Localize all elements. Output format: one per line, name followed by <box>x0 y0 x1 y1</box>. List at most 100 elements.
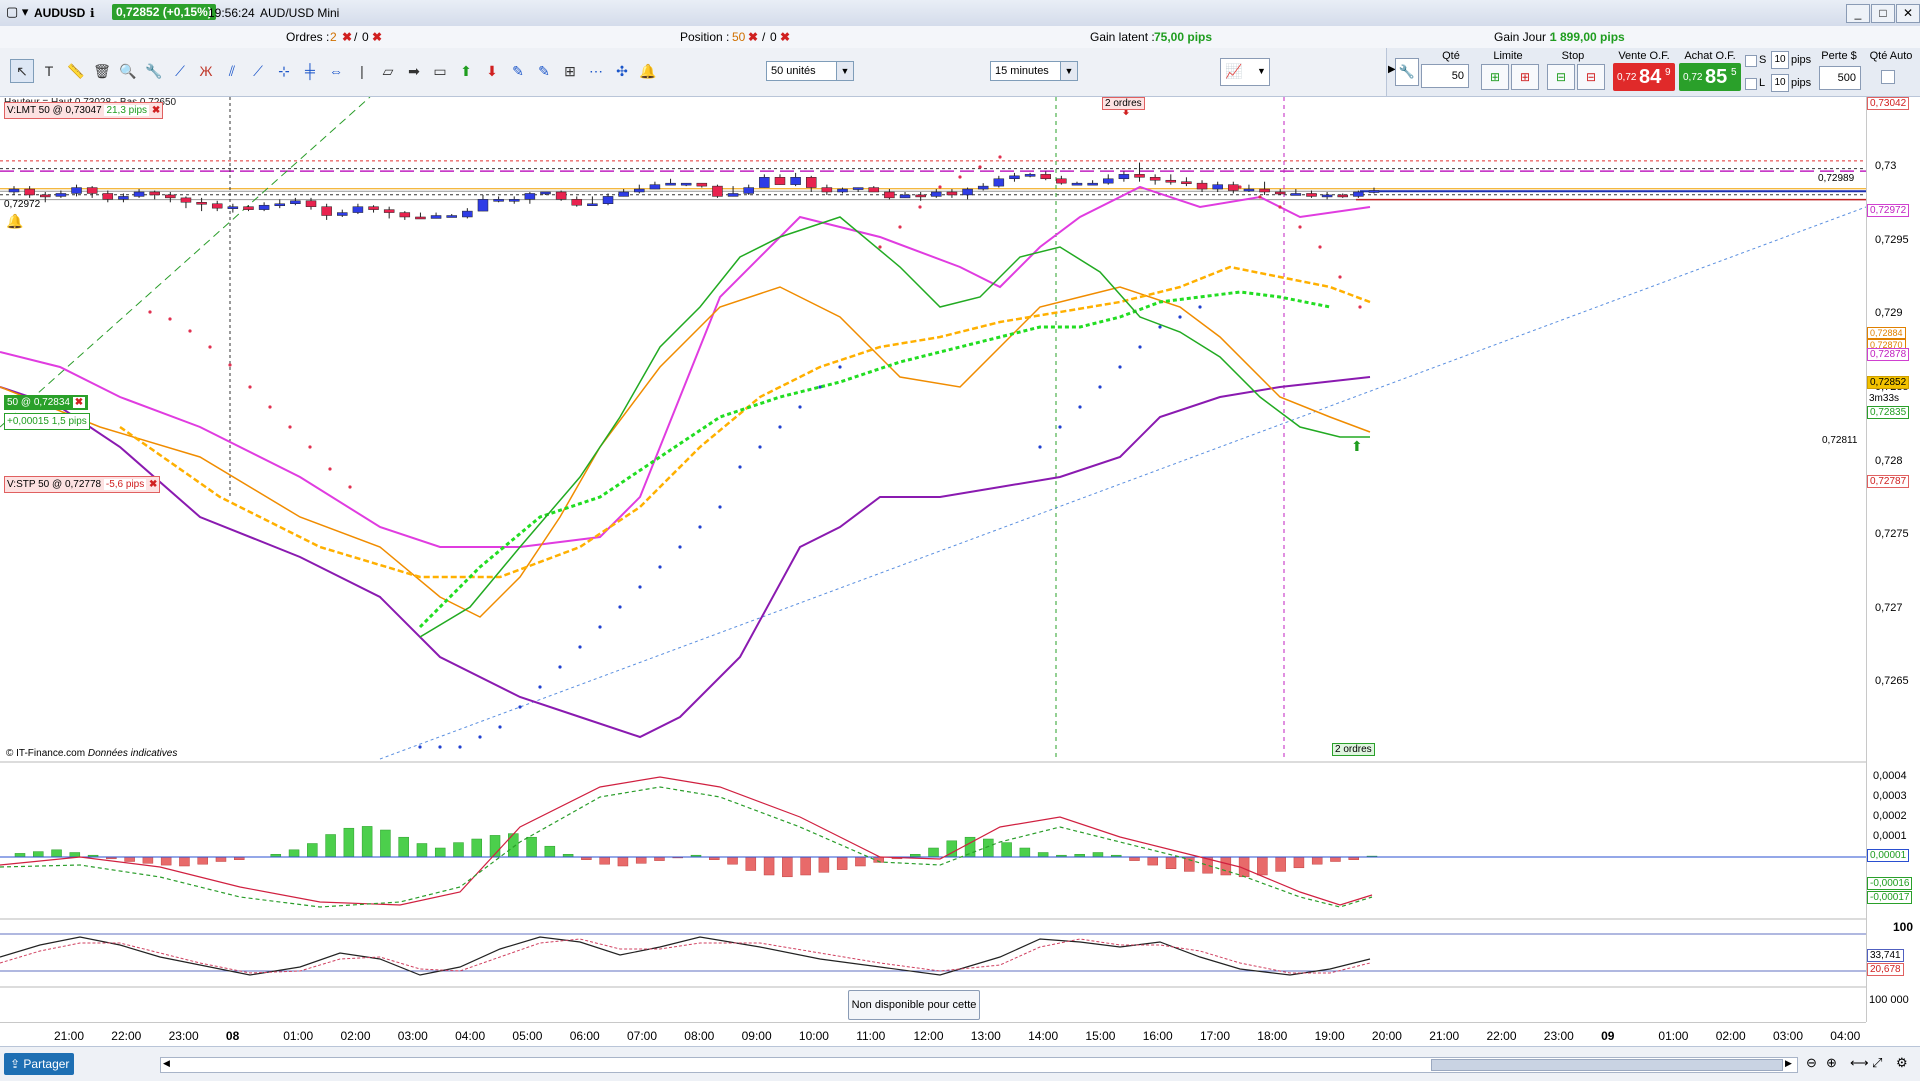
orders-marker-top[interactable]: 2 ordres <box>1102 97 1145 110</box>
s-checkbox[interactable] <box>1745 55 1757 67</box>
vertical-line-icon[interactable]: | <box>350 59 374 83</box>
close-button[interactable]: ✕ <box>1896 4 1920 23</box>
macd-bar <box>964 836 976 858</box>
orders-count-b[interactable]: 0 <box>362 30 369 44</box>
buy-arrow-icon[interactable]: ⬆ <box>454 59 478 83</box>
pencil2-icon[interactable]: ✎ <box>532 59 556 83</box>
share-button[interactable]: ⇪ Partager <box>4 1053 74 1075</box>
bearish-candle <box>1181 181 1192 184</box>
hline-icon[interactable]: ⊹ <box>272 59 296 83</box>
macd-bar <box>599 856 610 865</box>
limit-buy-icon: ⊞ <box>1489 70 1501 84</box>
time-axis-label: 22:00 <box>111 1029 142 1043</box>
cancel-lmt-icon[interactable]: ✖ <box>152 105 160 116</box>
settings-wrench-icon[interactable]: 🔧 <box>1395 58 1419 86</box>
close-position-icon[interactable]: ✖ <box>748 30 758 44</box>
arrows-icon[interactable]: ⇔ <box>324 59 348 83</box>
macd-bar <box>544 845 556 858</box>
chart-type-button[interactable]: 📈 ▼ <box>1220 58 1270 86</box>
zoom-out-icon[interactable]: ⊖ <box>1806 1055 1817 1071</box>
zoom-in-icon[interactable]: ⊕ <box>1826 1055 1837 1071</box>
l-pips-input[interactable]: 10 <box>1771 74 1789 92</box>
pencil-icon[interactable]: ✎ <box>506 59 530 83</box>
dots-icon[interactable]: ⋯ <box>584 59 608 83</box>
stp-order-tag[interactable]: V:STP 50 @ 0,72778 -5,6 pips ✖ <box>4 476 161 493</box>
position-count-b[interactable]: 0 <box>770 30 777 44</box>
orders-marker-bottom[interactable]: 2 ordres <box>1332 743 1375 756</box>
cross-line-icon[interactable]: ╪ <box>298 59 322 83</box>
position-tag[interactable]: 50 @ 0,72834 ✖ <box>4 395 89 410</box>
cancel-orders-b-icon[interactable]: ✖ <box>372 30 382 44</box>
stop-buy-button[interactable]: ⊟ <box>1547 64 1575 90</box>
window-menu-icon[interactable]: ▢ ▾ <box>6 4 28 20</box>
ruler-tool-icon[interactable]: 📏 <box>64 59 88 83</box>
trendline-icon[interactable]: ⟋ <box>168 59 192 83</box>
grid-icon[interactable]: ⊞ <box>558 59 582 83</box>
tools-icon[interactable]: 🔧 <box>142 59 166 83</box>
macd-bar <box>1092 852 1104 858</box>
time-axis[interactable]: 21:00 22:00 23:00 08 01:00 02:00 03:00 04:00 05:… <box>0 1022 1866 1047</box>
cancel-stp-icon[interactable]: ✖ <box>149 479 157 490</box>
zoom-fit-icon[interactable]: ⟷ <box>1850 1055 1869 1071</box>
time-axis-label: 09 <box>1601 1029 1615 1043</box>
position-count-a[interactable]: 50 <box>732 30 745 44</box>
buy-button[interactable]: 0,72 85 5 <box>1679 63 1741 91</box>
price-chart[interactable]: ⬆⬇ <box>0 97 1866 1022</box>
expand-icon[interactable]: ⤢ <box>1872 1055 1882 1071</box>
limit-buy-button[interactable]: ⊞ <box>1481 64 1509 90</box>
macd-bar <box>179 856 190 867</box>
alert-bell-icon[interactable]: 🔔 <box>6 213 23 230</box>
sell-arrow-icon[interactable]: ⬇ <box>480 59 504 83</box>
timeframe-select[interactable]: 15 minutes ▼ <box>990 61 1078 81</box>
scroll-thumb[interactable] <box>1431 1059 1783 1071</box>
buy-price-prefix: 0,72 <box>1683 72 1703 83</box>
bearish-candle <box>102 193 114 200</box>
lmt-order-tag[interactable]: V:LMT 50 @ 0,73047 21,3 pips ✖ <box>4 102 164 119</box>
crosshair-icon[interactable]: ✣ <box>610 59 634 83</box>
horizontal-scrollbar[interactable]: ◀ ▶ <box>160 1057 1798 1073</box>
fan-icon[interactable]: ⟋ <box>246 59 270 83</box>
alert-bell-icon[interactable]: 🔔 <box>636 59 660 83</box>
stop-sell-icon: ⊟ <box>1585 70 1597 84</box>
units-select[interactable]: 50 unités ▼ <box>766 61 854 81</box>
sar-dot <box>1178 315 1182 319</box>
loss-input[interactable]: 500 <box>1819 66 1861 90</box>
macd-bar <box>325 834 336 858</box>
s-pips-input[interactable]: 10 <box>1771 51 1789 69</box>
trash-icon[interactable]: 🗑 <box>90 59 114 83</box>
fibonacci-icon[interactable]: Ж <box>194 59 218 83</box>
quantity-input[interactable]: 50 <box>1421 64 1469 88</box>
price-axis[interactable]: 0,730,72950,7290,72850,7280,72750,7270,7… <box>1866 97 1920 1022</box>
settings-icon[interactable]: ⚙ <box>1896 1055 1908 1071</box>
sar-dot <box>978 165 982 169</box>
sar-dot <box>1058 425 1062 429</box>
close-position-b-icon[interactable]: ✖ <box>780 30 790 44</box>
l-checkbox[interactable] <box>1745 78 1757 90</box>
minimize-button[interactable]: _ <box>1846 4 1870 23</box>
polygon-icon[interactable]: ▱ <box>376 59 400 83</box>
close-position-icon[interactable]: ✖ <box>72 397 86 408</box>
arrow-right-icon[interactable]: ➡ <box>402 59 426 83</box>
chart-area[interactable]: ⬆⬇ Hauteur = Haut 0,73028 - Bas 0,72650 … <box>0 97 1920 1039</box>
maximize-button[interactable]: □ <box>1871 4 1895 23</box>
limit-sell-button[interactable]: ⊞ <box>1511 64 1539 90</box>
cancel-orders-icon[interactable]: ✖ <box>342 30 352 44</box>
sar-dot <box>1358 305 1362 309</box>
stop-sell-button[interactable]: ⊟ <box>1577 64 1605 90</box>
text-tool-icon[interactable]: T <box>37 59 61 83</box>
macd-bar <box>1275 856 1286 872</box>
sell-button[interactable]: 0,72 84 9 <box>1613 63 1675 91</box>
time-axis-label: 14:00 <box>1028 1029 1059 1043</box>
unavailable-button[interactable]: Non disponible pour cette valeur <box>848 990 980 1039</box>
info-icon[interactable]: ℹ <box>90 6 95 20</box>
zoom-icon[interactable]: 🔍 <box>116 59 140 83</box>
time-axis-label: 08:00 <box>684 1029 715 1043</box>
qte-auto-checkbox[interactable] <box>1881 70 1895 84</box>
pointer-tool-icon[interactable]: ↖ <box>10 59 34 83</box>
rectangle-icon[interactable]: ▭ <box>428 59 452 83</box>
s-pips-label: pips <box>1791 54 1812 66</box>
orders-count-a[interactable]: 2 <box>330 30 337 44</box>
scroll-right-icon[interactable]: ▶ <box>1785 1058 1792 1069</box>
scroll-left-icon[interactable]: ◀ <box>163 1058 170 1069</box>
channel-icon[interactable]: ⫽ <box>220 59 244 83</box>
